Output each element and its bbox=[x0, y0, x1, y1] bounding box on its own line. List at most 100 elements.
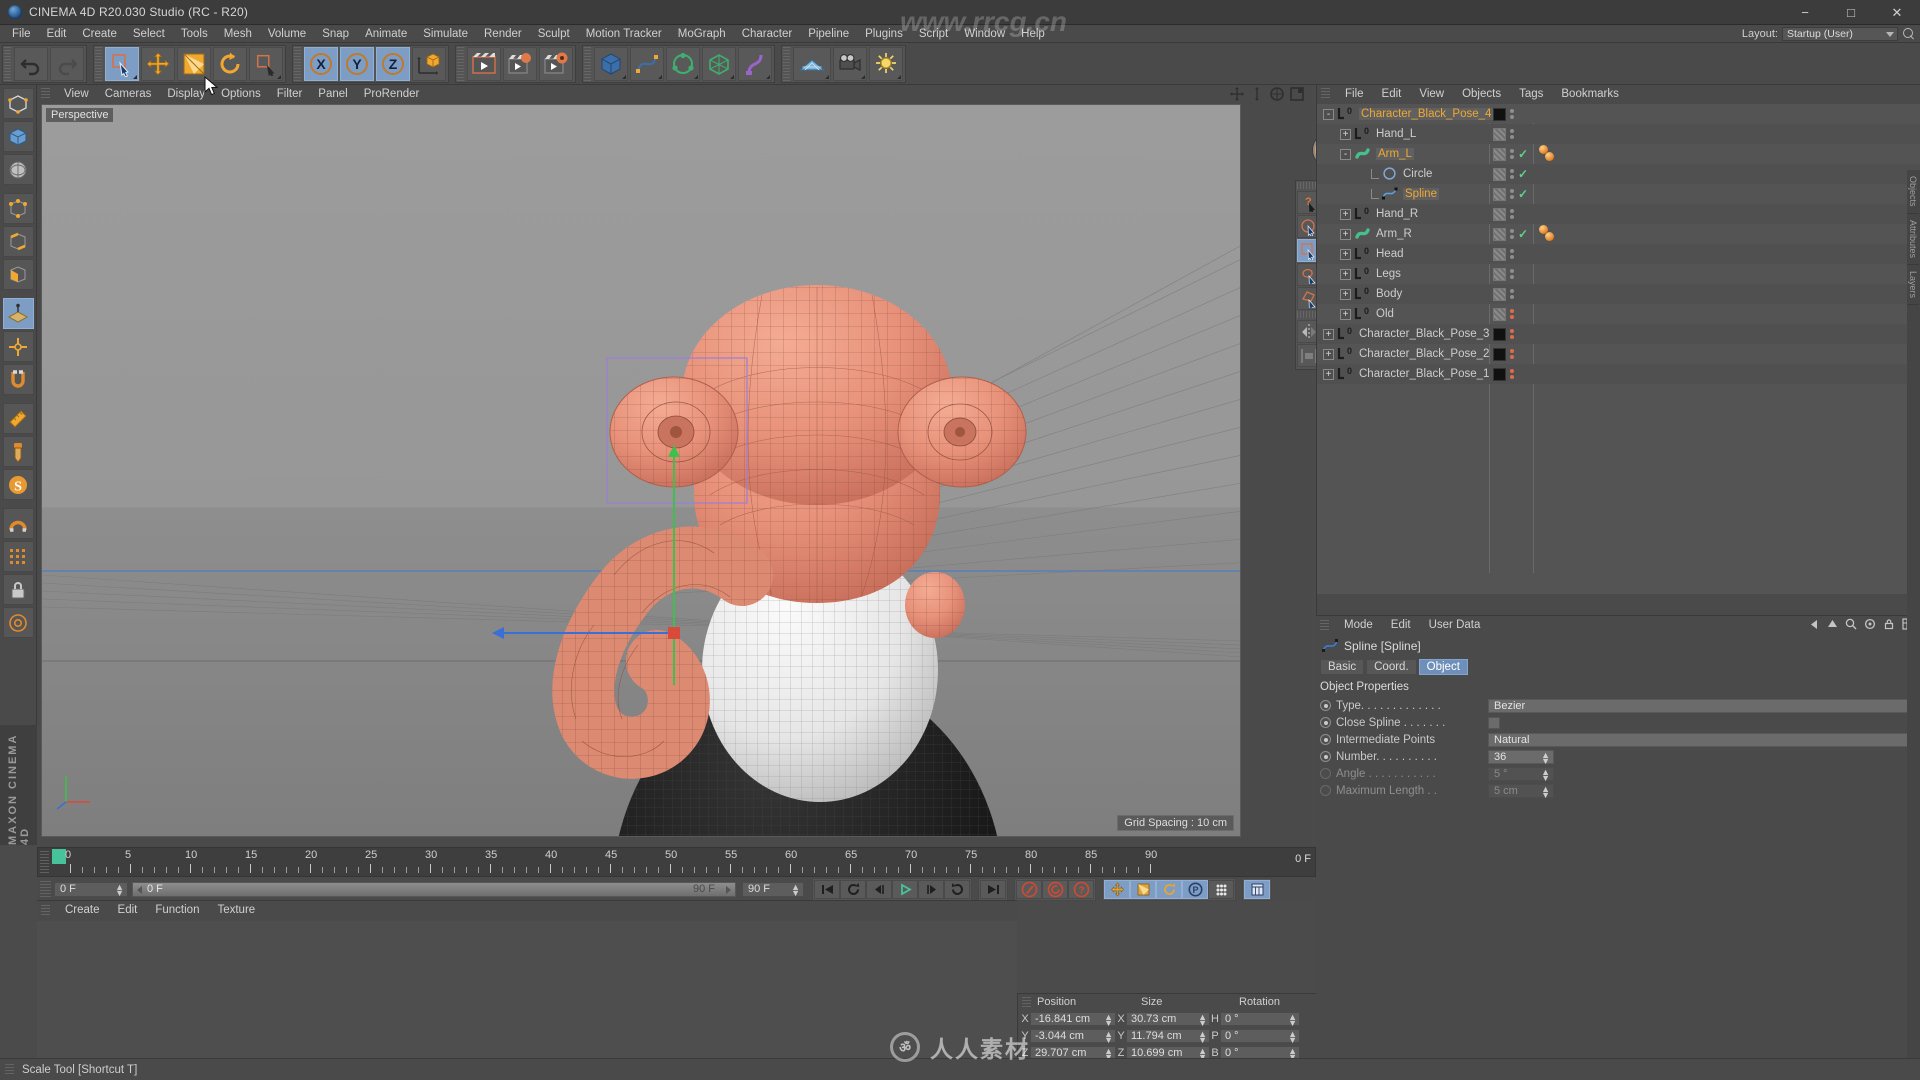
position-field[interactable]: -3.044 cm ▲ ▼ bbox=[1030, 1028, 1116, 1044]
rotate-view-icon[interactable] bbox=[1270, 87, 1284, 101]
panel-grip[interactable] bbox=[1022, 996, 1031, 1008]
mat-menu-create[interactable]: Create bbox=[56, 901, 109, 920]
material-tag-icon[interactable] bbox=[1493, 187, 1506, 201]
generator-array-icon[interactable] bbox=[666, 46, 700, 81]
object-row[interactable]: +0 Character_Black_Pose_1 bbox=[1317, 364, 1920, 384]
menu-sculpt[interactable]: Sculpt bbox=[530, 25, 578, 43]
parameter-key-button[interactable]: P bbox=[1182, 879, 1208, 899]
light-icon[interactable] bbox=[869, 46, 903, 81]
point-level-animation-button[interactable] bbox=[1208, 879, 1234, 899]
spinner-icon[interactable]: ▲ ▼ bbox=[1198, 1012, 1207, 1027]
object-row[interactable]: +0 Character_Black_Pose_2 bbox=[1317, 344, 1920, 364]
expander-toggle[interactable]: + bbox=[1340, 268, 1351, 280]
range-left-handle-icon[interactable] bbox=[137, 885, 142, 894]
position-key-button[interactable] bbox=[1104, 879, 1130, 899]
material-tag-icon[interactable] bbox=[1493, 207, 1506, 221]
material-tag-icon[interactable] bbox=[1493, 367, 1506, 381]
object-tags[interactable] bbox=[1493, 347, 1514, 361]
spline-pen-icon[interactable] bbox=[630, 46, 664, 81]
object-row[interactable]: Circle ✓ bbox=[1317, 164, 1920, 184]
expander-toggle[interactable]: + bbox=[1323, 348, 1334, 360]
add-cube-icon[interactable] bbox=[594, 46, 628, 81]
measure-icon[interactable] bbox=[2, 403, 34, 434]
panel-grip[interactable] bbox=[1320, 619, 1329, 632]
expander-toggle[interactable]: + bbox=[1340, 308, 1351, 320]
timeline-ruler[interactable]: 0 F 0 5 10 15 20 25 30 35 40 45 50 55 60 65 70 75 80 85 90 bbox=[37, 847, 1316, 877]
panel-grip[interactable] bbox=[40, 851, 49, 873]
edge-tab-objects[interactable]: Objects bbox=[1907, 170, 1919, 214]
object-tags[interactable]: ✓ bbox=[1493, 187, 1528, 201]
previous-frame-button[interactable] bbox=[866, 879, 892, 899]
keyframe-selection-button[interactable]: ? bbox=[1068, 879, 1094, 899]
expander-toggle[interactable]: - bbox=[1323, 108, 1334, 120]
menu-mesh[interactable]: Mesh bbox=[216, 25, 260, 43]
workplane-icon[interactable] bbox=[2, 298, 34, 329]
next-frame-button[interactable] bbox=[918, 879, 944, 899]
perspective-viewport[interactable]: Perspective Grid Spacing: 10 cm bbox=[41, 104, 1241, 837]
visibility-dots-icon[interactable] bbox=[1510, 269, 1514, 279]
toolbar-grip[interactable] bbox=[584, 46, 591, 81]
up-arrow-icon[interactable] bbox=[1827, 619, 1838, 630]
object-row[interactable]: +0 Hand_L bbox=[1317, 124, 1920, 144]
expander-toggle[interactable]: + bbox=[1340, 208, 1351, 220]
object-tags[interactable] bbox=[1493, 207, 1514, 221]
visibility-dots-icon[interactable] bbox=[1510, 109, 1514, 119]
visibility-dots-icon[interactable] bbox=[1510, 189, 1514, 199]
visibility-dots-icon[interactable] bbox=[1510, 209, 1514, 219]
panel-grip[interactable] bbox=[5, 1063, 14, 1076]
render-settings-icon[interactable] bbox=[539, 46, 573, 81]
make-editable-icon[interactable] bbox=[2, 88, 34, 119]
om-menu-bookmarks[interactable]: Bookmarks bbox=[1552, 85, 1628, 103]
object-row[interactable]: +0 Old bbox=[1317, 304, 1920, 324]
object-tags[interactable] bbox=[1493, 287, 1514, 301]
model-mode-icon[interactable] bbox=[2, 121, 34, 152]
magnet-icon[interactable] bbox=[2, 508, 34, 539]
object-tags[interactable] bbox=[1493, 367, 1514, 381]
render-view-icon[interactable] bbox=[467, 46, 501, 81]
attr-menu-edit[interactable]: Edit bbox=[1382, 616, 1420, 635]
object-tree[interactable]: -0 Character_Black_Pose_4 +0 Hand_L - Arm_L ✓ C… bbox=[1317, 104, 1920, 594]
material-tag-icon[interactable] bbox=[1493, 167, 1506, 181]
toolbar-grip[interactable] bbox=[294, 46, 301, 81]
record-active-objects-button[interactable] bbox=[1016, 879, 1042, 899]
timeline-button[interactable] bbox=[1244, 879, 1270, 899]
scale-key-button[interactable] bbox=[1130, 879, 1156, 899]
property-dropdown[interactable]: Natural bbox=[1488, 732, 1920, 747]
live-selection-icon[interactable] bbox=[105, 46, 139, 81]
object-tags[interactable] bbox=[1493, 247, 1514, 261]
current-frame-marker[interactable] bbox=[52, 849, 66, 864]
spinner-icon[interactable]: ▲ ▼ bbox=[1288, 1012, 1297, 1027]
om-menu-file[interactable]: File bbox=[1336, 85, 1373, 103]
go-to-start-button[interactable] bbox=[814, 879, 840, 899]
expander-toggle[interactable]: + bbox=[1323, 368, 1334, 380]
mat-menu-function[interactable]: Function bbox=[146, 901, 208, 920]
autokeying-button[interactable] bbox=[1042, 879, 1068, 899]
spinner-icon[interactable]: ▲ ▼ bbox=[1198, 1029, 1207, 1044]
tab-basic[interactable]: Basic bbox=[1320, 658, 1365, 675]
spinner-icon[interactable]: ▲ ▼ bbox=[791, 882, 800, 897]
material-tag-icon[interactable] bbox=[1493, 347, 1506, 361]
menu-select[interactable]: Select bbox=[125, 25, 173, 43]
material-tag-icon[interactable] bbox=[1493, 247, 1506, 261]
menu-volume[interactable]: Volume bbox=[260, 25, 314, 43]
object-tags[interactable] bbox=[1493, 307, 1514, 321]
expander-toggle[interactable]: + bbox=[1340, 128, 1351, 140]
floor-environment-icon[interactable] bbox=[793, 46, 831, 81]
spinner-icon[interactable]: ▲ ▼ bbox=[1541, 784, 1550, 799]
visibility-dots-icon[interactable] bbox=[1510, 309, 1514, 319]
property-number-field[interactable]: 5 cm ▲ ▼ bbox=[1488, 783, 1554, 799]
tab-coord[interactable]: Coord. bbox=[1366, 658, 1417, 675]
om-menu-objects[interactable]: Objects bbox=[1453, 85, 1510, 103]
property-dropdown[interactable]: Bezier bbox=[1488, 698, 1920, 713]
menu-tools[interactable]: Tools bbox=[173, 25, 216, 43]
menu-edit[interactable]: Edit bbox=[39, 25, 75, 43]
edges-mode-icon[interactable] bbox=[2, 226, 34, 257]
spinner-icon[interactable]: ▲ ▼ bbox=[1541, 750, 1550, 765]
loop-button[interactable] bbox=[840, 879, 866, 899]
rotation-field[interactable]: 0 ° ▲ ▼ bbox=[1220, 1028, 1300, 1044]
play-reverse-button[interactable] bbox=[944, 879, 970, 899]
property-animate-dot-icon[interactable] bbox=[1320, 785, 1331, 796]
om-menu-view[interactable]: View bbox=[1410, 85, 1453, 103]
material-tag-icon[interactable] bbox=[1493, 147, 1506, 161]
search-icon[interactable] bbox=[1902, 27, 1916, 41]
